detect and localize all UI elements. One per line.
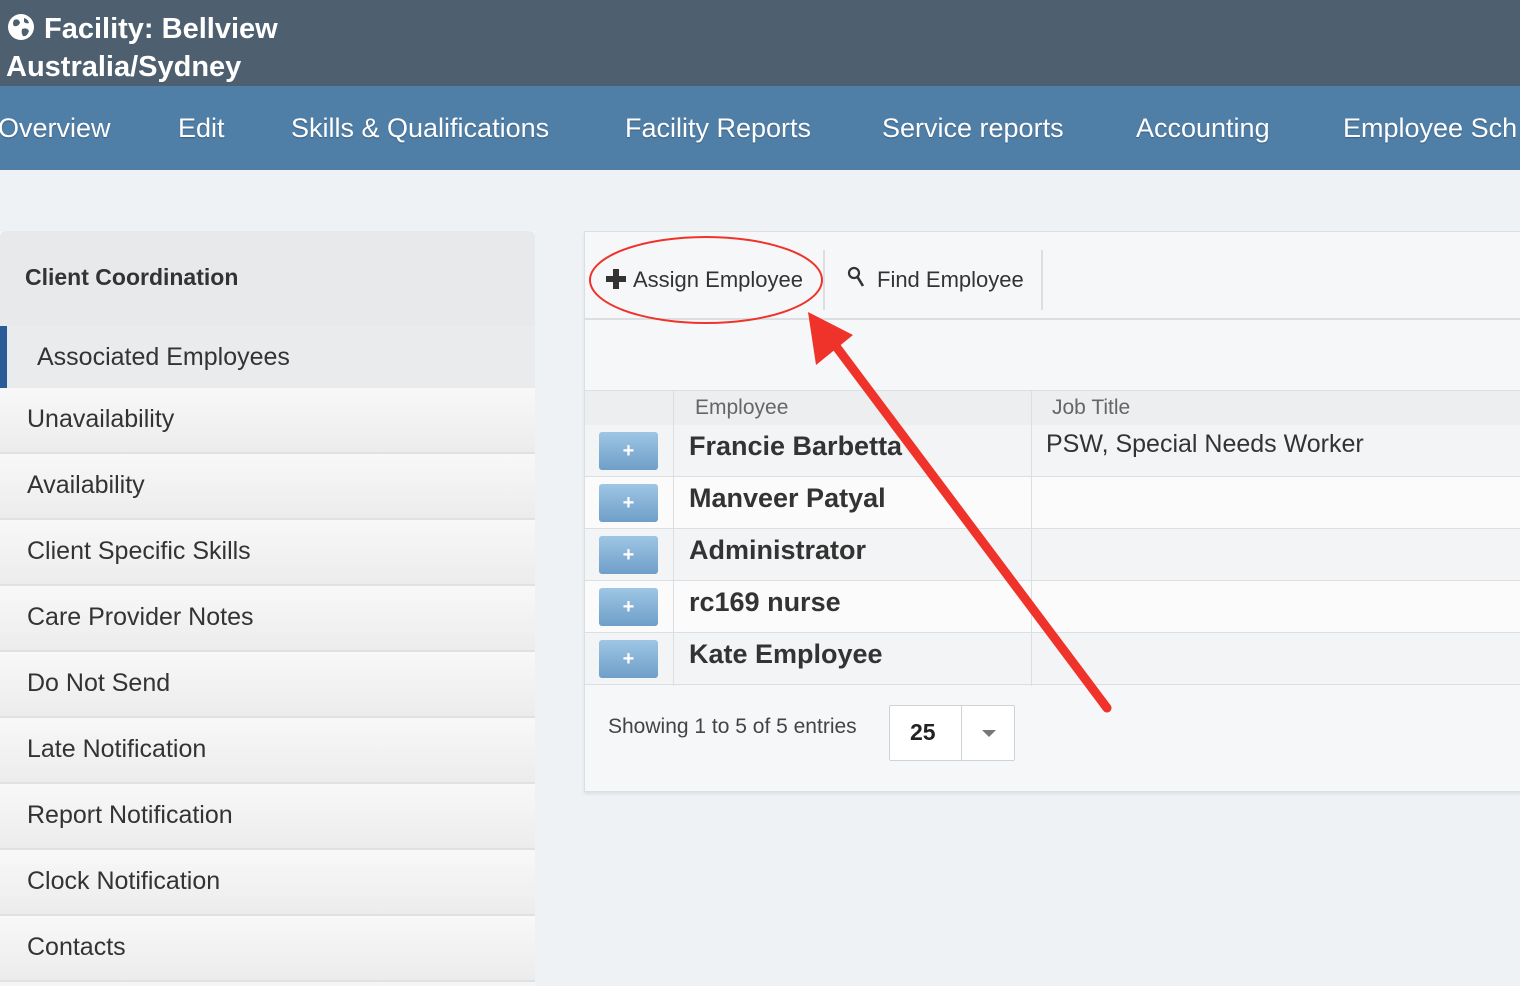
entries-info: Showing 1 to 5 of 5 entries: [608, 715, 857, 738]
sidebar-item-do-not-send[interactable]: Do Not Send: [0, 652, 535, 718]
page-size-select[interactable]: 25: [889, 705, 1015, 761]
sidebar-item-label: Client Specific Skills: [27, 537, 251, 565]
job-title: PSW, Special Needs Worker: [1046, 430, 1364, 458]
sidebar-item-label: Contacts: [27, 933, 126, 961]
sidebar-item-late-notification[interactable]: Late Notification: [0, 718, 535, 784]
sidebar-item-label: Availability: [27, 471, 145, 499]
employee-name: Francie Barbetta: [689, 431, 903, 461]
toolbar: Assign Employee Find Employee: [585, 232, 1520, 320]
column-job-title[interactable]: Job Title: [1052, 396, 1130, 420]
globe-icon: [8, 14, 34, 40]
nav-overview[interactable]: Overview: [0, 112, 111, 144]
assign-employee-button[interactable]: Assign Employee: [605, 266, 803, 294]
sidebar-item-client-specific-skills[interactable]: Client Specific Skills: [0, 520, 535, 586]
plus-icon: [606, 269, 626, 289]
facility-name: Facility: Bellview: [44, 13, 278, 45]
toolbar-divider: [823, 250, 825, 310]
nav-accounting[interactable]: Accounting: [1136, 112, 1270, 144]
nav-facility-reports[interactable]: Facility Reports: [625, 112, 811, 144]
sidebar-item-care-provider-notes[interactable]: Care Provider Notes: [0, 586, 535, 652]
sidebar-item-associated-employees[interactable]: Associated Employees: [0, 326, 535, 390]
main-nav: Overview Edit Skills & Qualifications Fa…: [0, 86, 1520, 170]
expand-row-button[interactable]: +: [599, 536, 658, 574]
select-divider: [961, 706, 962, 760]
nav-employee-schedule[interactable]: Employee Sch: [1343, 112, 1517, 144]
table-row[interactable]: + Kate Employee: [585, 633, 1520, 685]
expand-row-button[interactable]: +: [599, 484, 658, 522]
employee-name: Manveer Patyal: [689, 483, 886, 513]
column-divider: [673, 390, 674, 686]
employee-name: rc169 nurse: [689, 587, 841, 617]
sidebar-item-label: Clock Notification: [27, 867, 221, 895]
table-row[interactable]: + Francie Barbetta PSW, Special Needs Wo…: [585, 425, 1520, 477]
nav-service-reports[interactable]: Service reports: [882, 112, 1064, 144]
column-divider: [1031, 390, 1032, 686]
search-icon: [847, 266, 865, 287]
table-header: Employee Job Title: [585, 390, 1520, 426]
employee-name: Administrator: [689, 535, 867, 565]
sidebar-item-contacts[interactable]: Contacts: [0, 916, 535, 982]
expand-row-button[interactable]: +: [599, 432, 658, 470]
sidebar-item-label: Late Notification: [27, 735, 207, 763]
chevron-down-icon[interactable]: [982, 730, 996, 737]
facility-timezone: Australia/Sydney: [6, 51, 242, 83]
nav-edit[interactable]: Edit: [178, 112, 225, 144]
table-row[interactable]: + Administrator: [585, 529, 1520, 581]
sidebar-item-label: Associated Employees: [37, 343, 290, 371]
sidebar-item-availability[interactable]: Availability: [0, 454, 535, 520]
page-size-value: 25: [910, 719, 936, 745]
sidebar-header: Client Coordination: [0, 231, 535, 326]
find-employee-button[interactable]: Find Employee: [847, 266, 1024, 294]
employee-name: Kate Employee: [689, 639, 883, 669]
sidebar-item-report-notification[interactable]: Report Notification: [0, 784, 535, 850]
assign-employee-label: Assign Employee: [633, 267, 803, 292]
expand-row-button[interactable]: +: [599, 640, 658, 678]
table-row[interactable]: + Manveer Patyal: [585, 477, 1520, 529]
facility-header: Facility: Bellview Australia/Sydney: [0, 0, 1520, 86]
sidebar: Client Coordination Associated Employees…: [0, 231, 535, 986]
table-row[interactable]: + rc169 nurse: [585, 581, 1520, 633]
sidebar-item-clock-notification[interactable]: Clock Notification: [0, 850, 535, 916]
sidebar-item-label: Care Provider Notes: [27, 603, 254, 631]
column-employee[interactable]: Employee: [695, 396, 788, 420]
nav-skills-qualifications[interactable]: Skills & Qualifications: [291, 112, 549, 144]
sidebar-item-label: Report Notification: [27, 801, 233, 829]
sidebar-header-label: Client Coordination: [25, 264, 239, 290]
toolbar-divider: [1041, 250, 1043, 310]
sidebar-item-label: Unavailability: [27, 405, 175, 433]
find-employee-label: Find Employee: [877, 267, 1024, 292]
expand-row-button[interactable]: +: [599, 588, 658, 626]
associated-employees-panel: Assign Employee Find Employee Employee J…: [584, 231, 1520, 792]
facility-title: Facility: Bellview Australia/Sydney: [6, 10, 426, 86]
sidebar-item-label: Do Not Send: [27, 669, 171, 697]
sidebar-item-unavailability[interactable]: Unavailability: [0, 388, 535, 454]
